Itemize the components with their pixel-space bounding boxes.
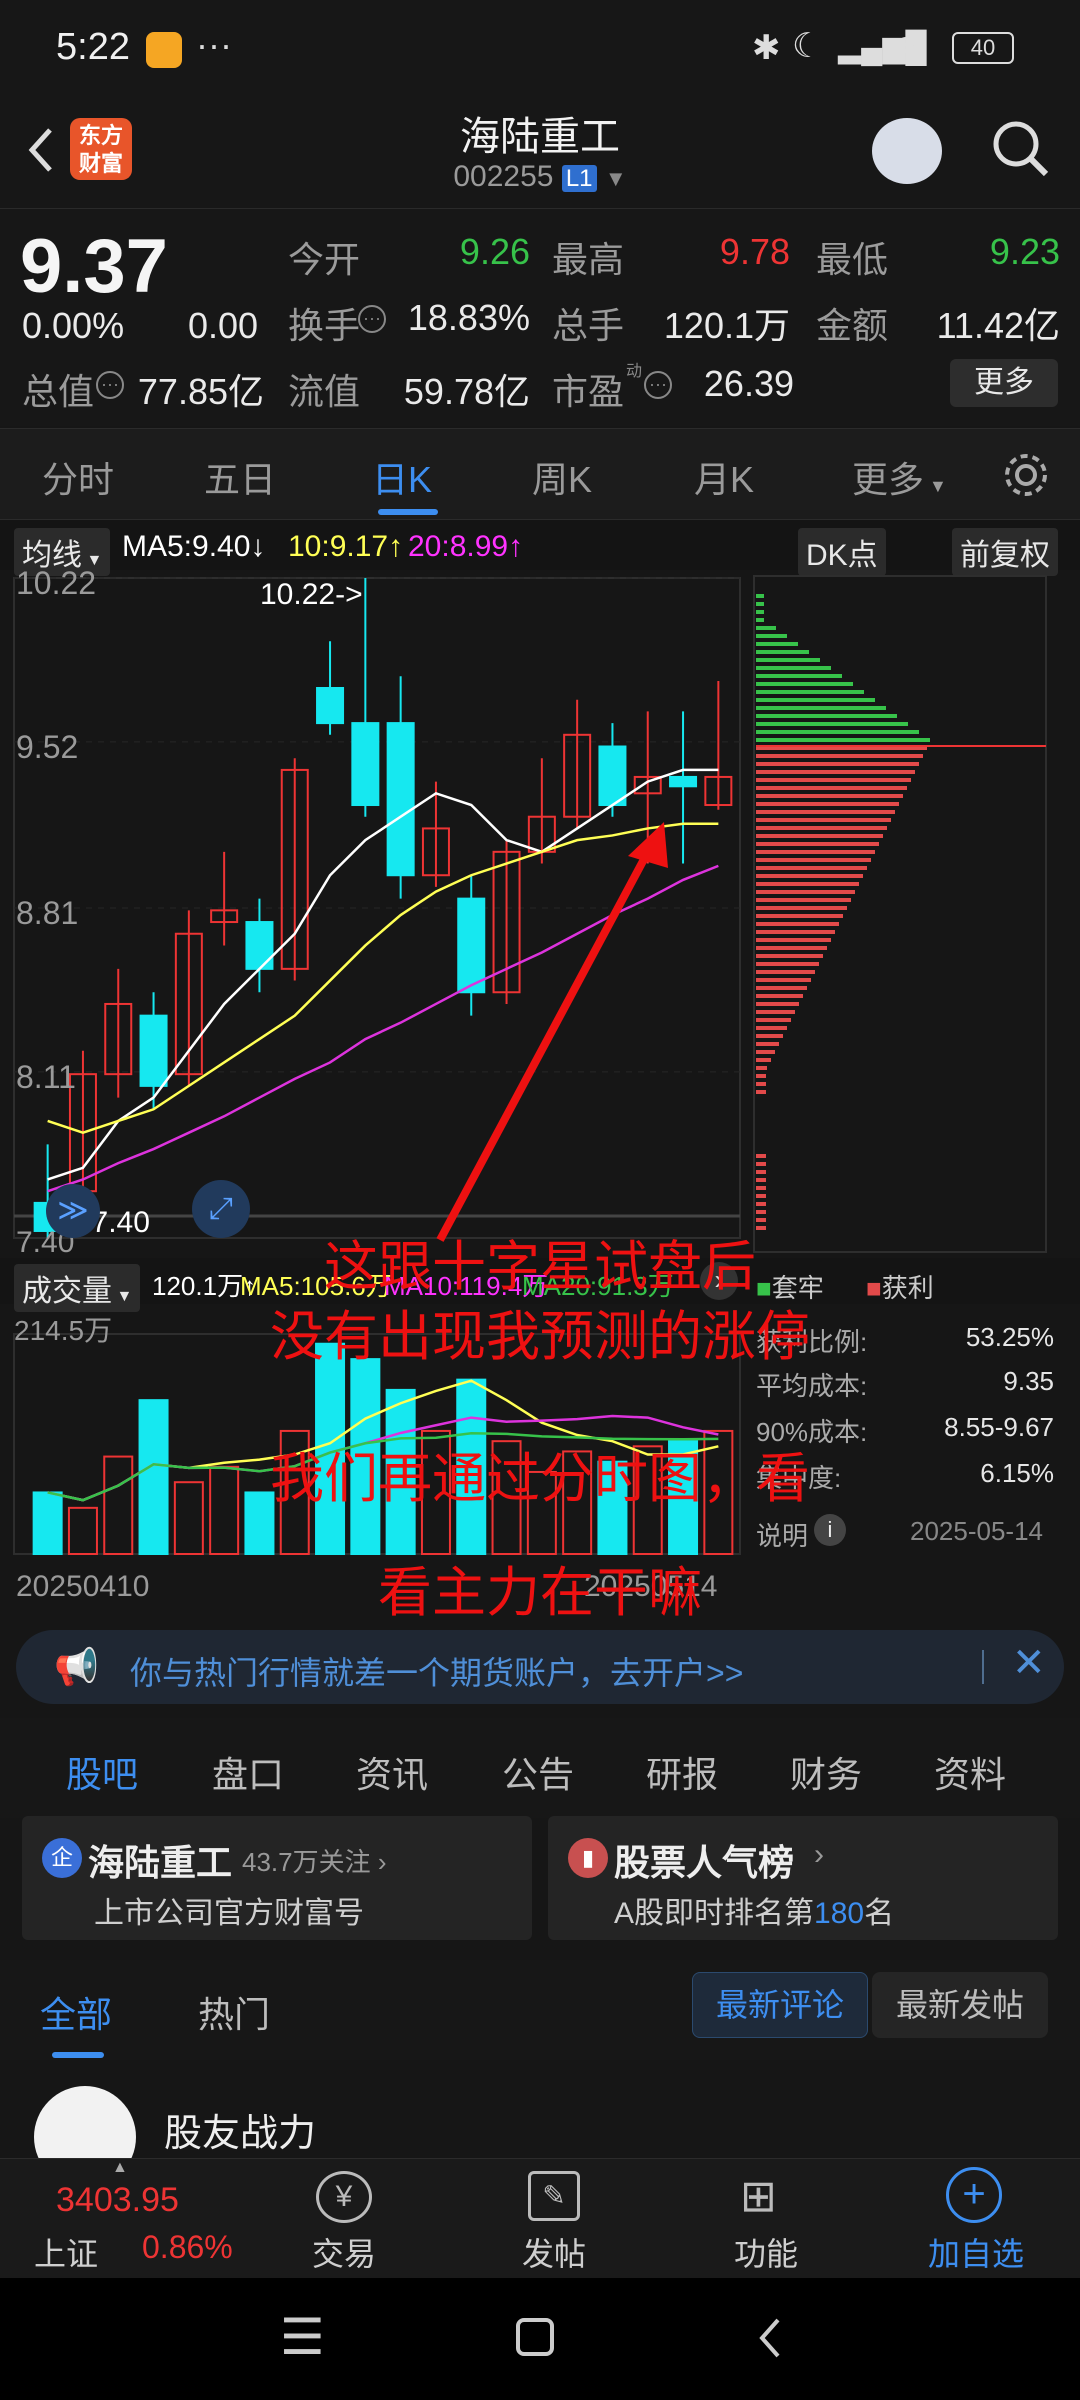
index-value[interactable]: 3403.95 (56, 2181, 179, 2220)
nav-functions[interactable]: 功能 (696, 2229, 836, 2275)
post-filter-bar: 全部 热门 最新评论 最新发帖 (0, 1960, 1080, 2060)
chevron-right-icon: › (814, 1838, 824, 1871)
annotation-line-4: 看主力在干嘛 (378, 1561, 702, 1624)
company-card-title: 海陆重工 (88, 1842, 233, 1883)
post-author: 股友战力 (164, 2113, 317, 2155)
grid-icon[interactable]: ⊞ (740, 2171, 777, 2222)
sort-latest-post[interactable]: 最新发帖 (872, 1972, 1048, 2038)
rank-card-title: 股票人气榜 (614, 1842, 795, 1883)
megaphone-icon: 📢 (54, 1646, 99, 1687)
back-nav-icon[interactable] (752, 2314, 788, 2362)
tab-profile[interactable]: 资料 (934, 1746, 1006, 1798)
nav-trade[interactable]: 交易 (274, 2229, 414, 2275)
sort-latest-comment[interactable]: 最新评论 (692, 1972, 868, 2038)
tab-announcements[interactable]: 公告 (502, 1746, 574, 1798)
nav-add-watchlist[interactable]: 加自选 (906, 2229, 1046, 2275)
ad-text: 你与热门行情就差一个期货账户，去开户>> (130, 1655, 744, 1691)
company-card-follow: 43.7万关注 › (242, 1847, 387, 1877)
divider (982, 1650, 984, 1684)
annotation-line-2: 没有出现我预测的涨停 (270, 1305, 810, 1368)
ad-banner[interactable]: 📢 你与热门行情就差一个期货账户，去开户>> ✕ (16, 1630, 1064, 1704)
trade-icon[interactable]: ¥ (316, 2171, 372, 2223)
filter-hot[interactable]: 热门 (198, 1986, 270, 2038)
rank-card-subtitle: A股即时排名第180名 (614, 1888, 894, 1932)
add-circle-icon[interactable]: + (946, 2167, 1002, 2223)
filter-active-indicator (52, 2052, 104, 2058)
tab-research[interactable]: 研报 (646, 1746, 718, 1798)
tab-guba[interactable]: 股吧 (66, 1746, 138, 1798)
index-name[interactable]: 上证 (34, 2229, 98, 2275)
home-icon[interactable] (516, 2318, 554, 2356)
tab-news[interactable]: 资讯 (356, 1746, 428, 1798)
bottom-navigation: ▲ 3403.95 上证 0.86% ¥ 交易 ✎ 发帖 ⊞ 功能 + 加自选 (0, 2158, 1080, 2278)
company-account-card[interactable]: 企 海陆重工 43.7万关注 › 上市公司官方财富号 (22, 1816, 532, 1940)
nav-post[interactable]: 发帖 (484, 2229, 624, 2275)
menu-icon[interactable]: ☰ (280, 2308, 325, 2366)
post-item[interactable]: 股友战力 (0, 2060, 1080, 2188)
post-edit-icon[interactable]: ✎ (528, 2171, 580, 2221)
annotation-line-1: 这跟十字星试盘后 (324, 1235, 756, 1298)
filter-all[interactable]: 全部 (40, 1986, 112, 2038)
rank-chart-icon: ▮ (568, 1838, 608, 1878)
company-card-subtitle: 上市公司官方财富号 (94, 1897, 364, 1930)
company-card-follow-text: 43.7万关注 (242, 1847, 371, 1877)
popularity-rank-card[interactable]: ▮ 股票人气榜 › A股即时排名第180名 (548, 1816, 1058, 1940)
close-icon[interactable]: ✕ (1012, 1640, 1046, 1686)
company-badge-icon: 企 (42, 1838, 82, 1878)
caret-up-icon: ▲ (112, 2159, 128, 2176)
system-navigation: ☰ (0, 2278, 1080, 2400)
tab-finance[interactable]: 财务 (790, 1746, 862, 1798)
tab-orderbook[interactable]: 盘口 (212, 1746, 284, 1798)
content-tabs: 股吧 盘口 资讯 公告 研报 财务 资料 (0, 1718, 1080, 1818)
rank-prefix: A股即时排名第 (614, 1897, 815, 1930)
index-change[interactable]: 0.86% (142, 2229, 233, 2266)
rank-suffix: 名 (864, 1897, 895, 1930)
annotation-line-3: 我们再通过分时图，看 (270, 1447, 810, 1510)
rank-number: 180 (814, 1897, 865, 1930)
